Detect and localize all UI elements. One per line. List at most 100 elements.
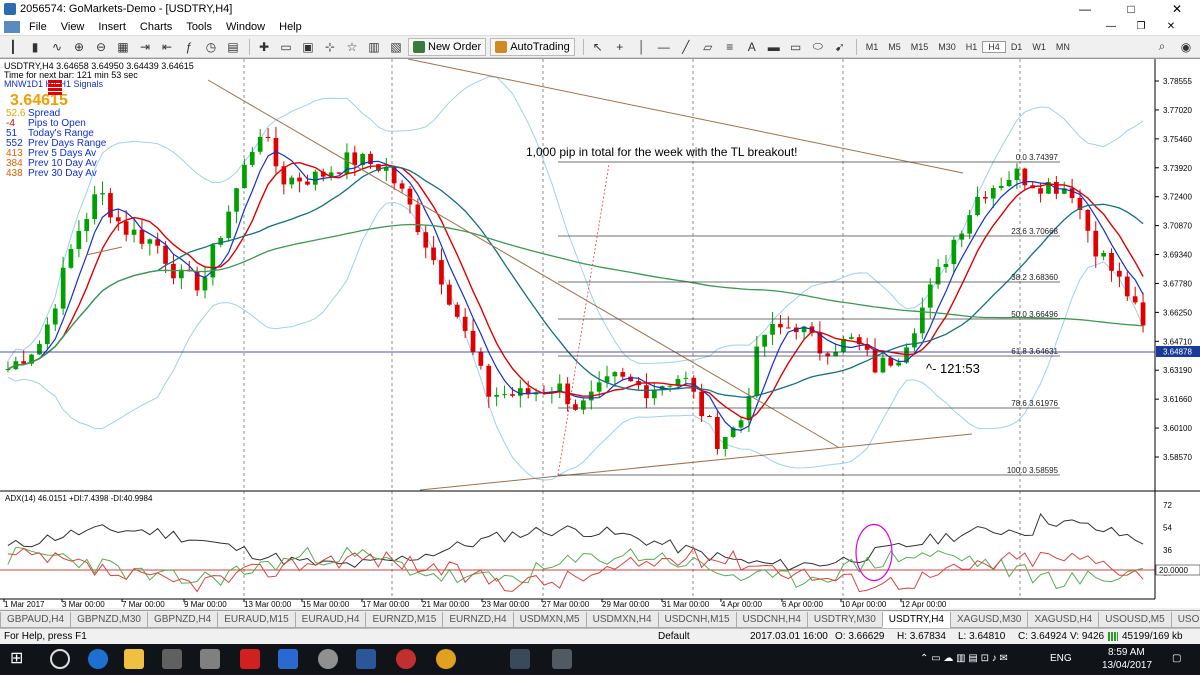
menu-window[interactable]: Window — [219, 21, 272, 33]
ellipse-icon[interactable]: ⬭ — [808, 38, 828, 56]
minimize-button[interactable]: — — [1062, 0, 1108, 18]
candle-body — [1014, 168, 1020, 180]
timeframe-m5[interactable]: M5 — [883, 42, 906, 52]
tab-eurnzd-m15[interactable]: EURNZD,M15 — [365, 612, 444, 628]
tab-usdtry-h4[interactable]: USDTRY,H4 — [881, 612, 951, 628]
new-order-button[interactable]: New Order — [408, 37, 487, 56]
data-window-icon[interactable]: ⊹ — [320, 38, 340, 56]
clock-date[interactable]: 13/04/2017 — [1102, 660, 1152, 671]
store-icon[interactable] — [162, 649, 182, 669]
strategy-tester-icon[interactable]: ▧ — [386, 38, 406, 56]
timeframe-d1[interactable]: D1 — [1006, 42, 1028, 52]
mdi-restore-button[interactable]: ❐ — [1130, 18, 1152, 36]
horizontal-line-icon[interactable]: — — [654, 38, 674, 56]
menu-tools[interactable]: Tools — [179, 21, 219, 33]
text-tool-icon[interactable]: A — [742, 38, 762, 56]
menu-insert[interactable]: Insert — [91, 21, 133, 33]
text-label-icon[interactable]: ▬ — [764, 38, 784, 56]
timeframe-h1[interactable]: H1 — [961, 42, 983, 52]
mdi-minimize-button[interactable]: — — [1100, 18, 1122, 36]
tray-icons[interactable]: ⌃ ▭ ☁ ▥ ▤ ⊡ ♪ ✉ — [920, 653, 1008, 664]
timeframe-m15[interactable]: M15 — [906, 42, 934, 52]
kaspersky-icon[interactable] — [240, 649, 260, 669]
tab-eurnzd-h4[interactable]: EURNZD,H4 — [442, 612, 514, 628]
tab-gbpaud-h4[interactable]: GBPAUD,H4 — [0, 612, 72, 628]
zoom-in-icon[interactable]: ⊕ — [69, 38, 89, 56]
timeframe-h4[interactable]: H4 — [982, 40, 1006, 53]
tab-xagusd-h4[interactable]: XAGUSD,H4 — [1027, 612, 1100, 628]
auto-scroll-icon[interactable]: ⇥ — [135, 38, 155, 56]
word-icon[interactable] — [356, 649, 376, 669]
menu-view[interactable]: View — [54, 21, 92, 33]
tab-usdtry-m30[interactable]: USDTRY,M30 — [806, 612, 883, 628]
indicators-icon[interactable]: ƒ — [179, 38, 199, 56]
fib-level-label: 61.8 3.64631 — [1011, 347, 1058, 356]
tab-usdmxn-m5[interactable]: USDMXN,M5 — [512, 612, 587, 628]
menu-help[interactable]: Help — [272, 21, 309, 33]
timeframe-m30[interactable]: M30 — [933, 42, 961, 52]
start-icon[interactable]: ⊞ — [10, 649, 30, 669]
crosshair-icon[interactable]: + — [610, 38, 630, 56]
market-watch-icon[interactable]: ▣ — [298, 38, 318, 56]
candlestick-icon[interactable]: ▮ — [25, 38, 45, 56]
camera-icon[interactable] — [552, 649, 572, 669]
tab-usousd-h[interactable]: USOUSD,H — [1170, 612, 1200, 628]
chrome-icon[interactable] — [436, 649, 456, 669]
gomarkets-icon[interactable] — [510, 649, 530, 669]
trading-app-icon[interactable] — [396, 649, 416, 669]
line-chart-icon[interactable]: ∿ — [47, 38, 67, 56]
trendline-icon[interactable]: ╱ — [676, 38, 696, 56]
templates-icon[interactable]: ▤ — [223, 38, 243, 56]
tab-gbpnzd-m30[interactable]: GBPNZD,M30 — [70, 612, 148, 628]
chart-window[interactable]: 0.0 3.74397 23.6 3.70668 38.2 3.68360 50.0 … — [0, 58, 1200, 609]
chart-window-icon[interactable] — [4, 20, 20, 33]
tab-gbpnzd-h4[interactable]: GBPNZD,H4 — [146, 612, 219, 628]
zoom-out-icon[interactable]: ⊖ — [91, 38, 111, 56]
maximize-button[interactable]: □ — [1108, 0, 1154, 18]
ma-200-green — [7, 223, 1144, 370]
close-button[interactable]: ✕ — [1154, 0, 1200, 18]
periods-icon[interactable]: ◷ — [201, 38, 221, 56]
new-chart-icon[interactable]: ✚ — [254, 38, 274, 56]
adx-tick-label: 72 — [1163, 501, 1172, 510]
timeframe-m1[interactable]: M1 — [861, 42, 884, 52]
timeframe-mn[interactable]: MN — [1051, 42, 1075, 52]
tile-windows-icon[interactable]: ▦ — [113, 38, 133, 56]
tab-euraud-m15[interactable]: EURAUD,M15 — [217, 612, 296, 628]
mdi-close-button[interactable]: ✕ — [1160, 18, 1182, 36]
timeframe-w1[interactable]: W1 — [1027, 42, 1051, 52]
profiles-icon[interactable]: ▭ — [276, 38, 296, 56]
chart-axes: 3.78555 3.77020 3.75460 3.73920 3.72400 3.708… — [0, 59, 1200, 609]
vertical-line-icon[interactable]: │ — [632, 38, 652, 56]
fibonacci-icon[interactable]: ≡ — [720, 38, 740, 56]
navigator-icon[interactable]: ☆ — [342, 38, 362, 56]
tab-xagusd-m30[interactable]: XAGUSD,M30 — [949, 612, 1029, 628]
tab-usdcnh-m15[interactable]: USDCNH,M15 — [657, 612, 737, 628]
menu-file[interactable]: File — [22, 21, 54, 33]
menu-charts[interactable]: Charts — [133, 21, 179, 33]
shield-icon[interactable] — [278, 649, 298, 669]
paint-icon[interactable] — [318, 649, 338, 669]
cursor-icon[interactable]: ↖ — [588, 38, 608, 56]
bar-chart-icon[interactable]: ┃ — [3, 38, 23, 56]
chart-shift-icon[interactable]: ⇤ — [157, 38, 177, 56]
notifications-icon[interactable]: ▢ — [1172, 653, 1181, 664]
cortana-icon[interactable] — [50, 649, 70, 669]
search-icon[interactable]: ⌕ — [1152, 38, 1172, 56]
tab-euraud-h4[interactable]: EURAUD,H4 — [294, 612, 367, 628]
price-chart[interactable]: 0.0 3.74397 23.6 3.70668 38.2 3.68360 50.0 … — [0, 58, 1200, 609]
arrows-icon[interactable]: ➹ — [830, 38, 850, 56]
tab-usousd-m5[interactable]: USOUSD,M5 — [1098, 612, 1172, 628]
tab-usdcnh-h4[interactable]: USDCNH,H4 — [735, 612, 808, 628]
calculator-icon[interactable] — [200, 649, 220, 669]
autotrading-button[interactable]: AutoTrading — [490, 37, 575, 56]
file-explorer-icon[interactable] — [124, 649, 144, 669]
edge-icon[interactable] — [88, 649, 108, 669]
rectangle-icon[interactable]: ▭ — [786, 38, 806, 56]
clock-time[interactable]: 8:59 AM — [1108, 647, 1145, 658]
terminal-icon[interactable]: ▥ — [364, 38, 384, 56]
channel-icon[interactable]: ▱ — [698, 38, 718, 56]
community-icon[interactable]: ◉ — [1176, 38, 1196, 56]
input-language[interactable]: ENG — [1050, 653, 1072, 664]
tab-usdmxn-h4[interactable]: USDMXN,H4 — [585, 612, 659, 628]
